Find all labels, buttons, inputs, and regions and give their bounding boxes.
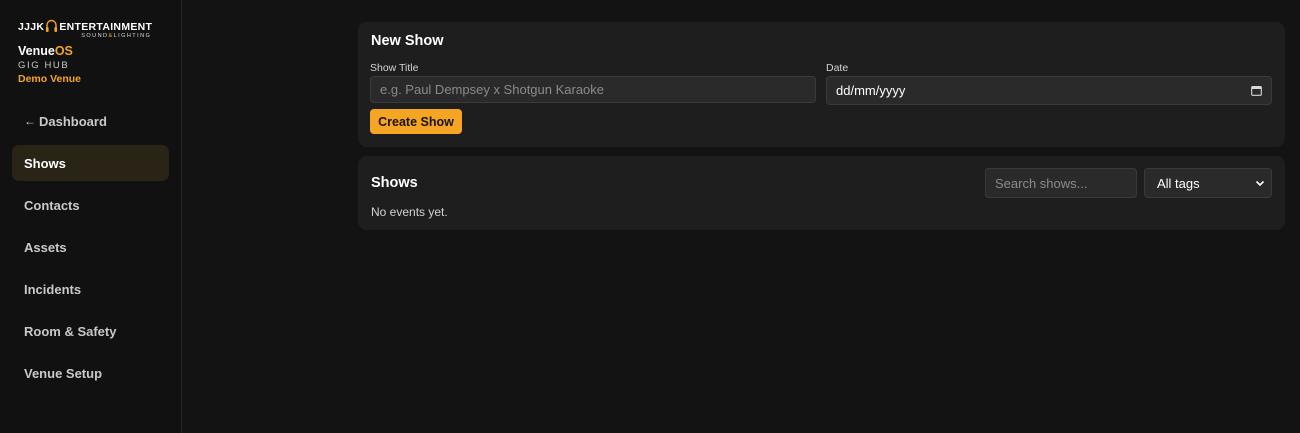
empty-state-message: No events yet. <box>371 205 448 219</box>
sidebar-item-label: Room & Safety <box>24 323 117 339</box>
sidebar-item-dashboard[interactable]: ← Dashboard <box>12 103 169 139</box>
logo-left-text: JJJK <box>18 21 45 33</box>
show-title-input[interactable] <box>370 76 816 103</box>
headphones-icon <box>46 19 58 32</box>
sidebar-item-venue-setup[interactable]: Venue Setup <box>12 355 169 391</box>
show-title-label: Show Title <box>370 62 419 74</box>
calendar-icon[interactable] <box>1251 85 1262 96</box>
sidebar-item-label: Shows <box>24 155 66 171</box>
sidebar-item-label: Venue Setup <box>24 365 103 381</box>
sidebar-item-label: Dashboard <box>39 113 107 129</box>
new-show-card: New Show Show Title Date dd/mm/yyyy Crea… <box>358 22 1285 147</box>
create-show-button[interactable]: Create Show <box>370 109 462 134</box>
app-subtitle: GIG HUB <box>18 60 70 71</box>
sidebar-item-contacts[interactable]: Contacts <box>12 187 169 223</box>
sidebar-item-label: Contacts <box>24 197 80 213</box>
chevron-down-icon <box>1255 180 1265 187</box>
brand: JJJK ENTERTAINMENT SOUND&LIGHTING VenueO… <box>18 16 168 87</box>
search-shows-input[interactable] <box>985 168 1137 198</box>
shows-card: Shows All tags No events yet. <box>358 156 1285 230</box>
sidebar-item-shows[interactable]: Shows <box>12 145 169 181</box>
shows-title: Shows <box>371 175 418 191</box>
sidebar-item-label: Incidents <box>24 281 82 297</box>
date-input[interactable]: dd/mm/yyyy <box>826 76 1272 105</box>
new-show-title: New Show <box>371 33 444 49</box>
company-logo: JJJK ENTERTAINMENT SOUND&LIGHTING <box>18 16 168 39</box>
app-name: VenueOS <box>18 44 73 58</box>
venue-name: Demo Venue <box>18 73 82 85</box>
back-arrow-icon: ← <box>24 114 36 128</box>
sidebar-item-assets[interactable]: Assets <box>12 229 169 265</box>
logo-tagline: SOUND&LIGHTING <box>81 33 152 39</box>
date-label: Date <box>826 62 849 74</box>
sidebar-item-label: Assets <box>24 239 67 255</box>
logo-right-text: ENTERTAINMENT <box>59 21 153 33</box>
date-value: dd/mm/yyyy <box>836 83 906 98</box>
tag-filter-select[interactable]: All tags <box>1144 168 1272 198</box>
sidebar-item-incidents[interactable]: Incidents <box>12 271 169 307</box>
sidebar-item-room-safety[interactable]: Room & Safety <box>12 313 169 349</box>
sidebar: JJJK ENTERTAINMENT SOUND&LIGHTING VenueO… <box>0 0 182 433</box>
sidebar-nav: ← Dashboard Shows Contacts Assets Incide… <box>12 103 169 397</box>
tag-filter-value: All tags <box>1157 175 1200 191</box>
